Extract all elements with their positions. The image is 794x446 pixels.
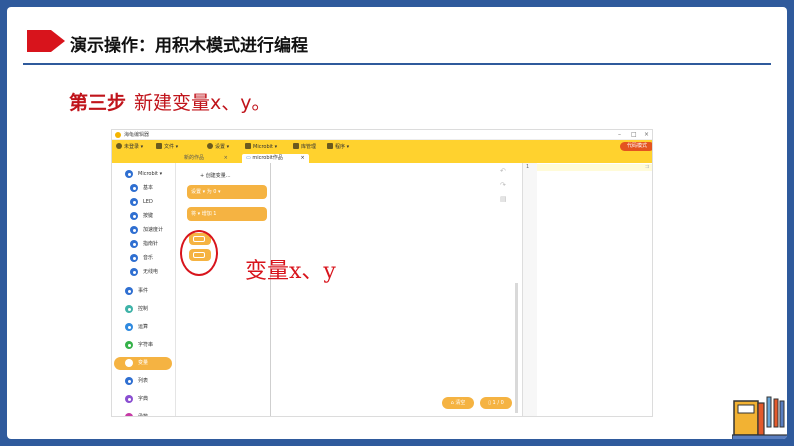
step-heading: 第三步 新建变量x、y。 (69, 88, 271, 115)
control-icon (125, 305, 133, 313)
gear-icon (207, 143, 213, 149)
step-label: 第三步 (69, 92, 127, 114)
trash-icon[interactable]: ▤ (500, 195, 507, 203)
variables-annotation: 变量x、y (245, 259, 336, 284)
books-decoration-icon (732, 396, 787, 439)
user-icon (116, 143, 122, 149)
code-mode-button[interactable]: 代码模式 (620, 142, 652, 151)
strings-icon (125, 341, 133, 349)
undo-icon[interactable]: ↶ (500, 167, 506, 175)
functions-icon (125, 413, 133, 416)
toolbar: 未登录 ▾ 文件 ▾ 设置 ▾ Microbit ▾ 库管理 程序 ▾ 代码模式 (112, 140, 652, 153)
lists-icon (125, 377, 133, 385)
microbit-icon: ▭ (246, 155, 251, 161)
create-variable-button[interactable]: + 创建变量... (200, 172, 231, 179)
tab-microbit-project[interactable]: ▭ microbit作品 × (242, 154, 309, 163)
grid-icon (130, 184, 138, 192)
highlight-ellipse (180, 230, 218, 276)
robot-icon (245, 143, 251, 149)
block-workspace[interactable]: ↶ ↷ ▤ ⌂ 清空 ▯ 1 / 0 (272, 163, 522, 416)
button-icon (130, 212, 138, 220)
compass-icon (130, 240, 138, 248)
close-button[interactable]: × (644, 130, 649, 140)
app-name: 海龟编辑器 (124, 132, 150, 138)
step-text: 新建变量x、y。 (134, 92, 271, 114)
app-titlebar: 海龟编辑器 – □ × (112, 130, 652, 140)
app-window: 海龟编辑器 – □ × 未登录 ▾ 文件 ▾ 设置 ▾ Microbit ▾ 库… (111, 129, 653, 417)
music-icon (130, 254, 138, 262)
toolbar-library[interactable]: 库管理 (293, 143, 316, 151)
toolbar-program[interactable]: 程序 ▾ (327, 143, 349, 151)
led-icon (130, 198, 138, 206)
title-divider (23, 63, 771, 65)
workspace-scrollbar[interactable] (515, 283, 518, 413)
code-current-line[interactable] (537, 164, 652, 171)
set-variable-block[interactable]: 设置 ▾ 为 0 ▾ (187, 185, 267, 199)
page-button[interactable]: ▯ 1 / 0 (480, 397, 512, 409)
line-number: 1 (526, 164, 530, 170)
slide: 演示操作：用积木模式进行编程 第三步 新建变量x、y。 海龟编辑器 – □ × 未… (7, 7, 787, 439)
radio-icon (130, 268, 138, 276)
toolbar-settings[interactable]: 设置 ▾ (207, 143, 229, 151)
red-arrow-icon (27, 30, 65, 52)
variables-icon (125, 359, 133, 367)
tab-new-project[interactable]: 新的作品 × (180, 154, 232, 163)
code-gutter (523, 163, 537, 416)
maximize-button[interactable]: □ (631, 130, 637, 140)
events-icon (125, 287, 133, 295)
tab-close-icon[interactable]: × (300, 155, 304, 161)
slide-title: 演示操作：用积木模式进行编程 (70, 36, 308, 56)
category-sidebar: Microbit ▾ 基本 LED 按键 加速度计 指南针 音乐 无线电 事件 … (112, 163, 174, 416)
toolbar-login[interactable]: 未登录 ▾ (116, 143, 143, 151)
code-panel: 1 ⇉ (522, 163, 652, 416)
microbit-icon (125, 170, 133, 178)
redo-icon[interactable]: ↷ (500, 181, 506, 189)
expand-icon[interactable]: ⇉ (645, 164, 649, 170)
change-variable-block[interactable]: 将 ▾ 增加 1 (187, 207, 267, 221)
operators-icon (125, 323, 133, 331)
block-flyout: + 创建变量... 设置 ▾ 为 0 ▾ 将 ▾ 增加 1 (175, 163, 271, 416)
dict-icon (125, 395, 133, 403)
title-bar: 演示操作：用积木模式进行编程 (7, 7, 787, 59)
terminal-icon (327, 143, 333, 149)
minimize-button[interactable]: – (618, 130, 621, 140)
folder-icon (156, 143, 162, 149)
library-icon (293, 143, 299, 149)
tab-bar: 新的作品 × ▭ microbit作品 × (112, 153, 652, 163)
tab-close-icon[interactable]: × (224, 155, 228, 161)
accelerometer-icon (130, 226, 138, 234)
app-logo-icon (115, 132, 121, 138)
toolbar-microbit[interactable]: Microbit ▾ (245, 143, 277, 151)
toolbar-file[interactable]: 文件 ▾ (156, 143, 178, 151)
clear-button[interactable]: ⌂ 清空 (442, 397, 474, 409)
